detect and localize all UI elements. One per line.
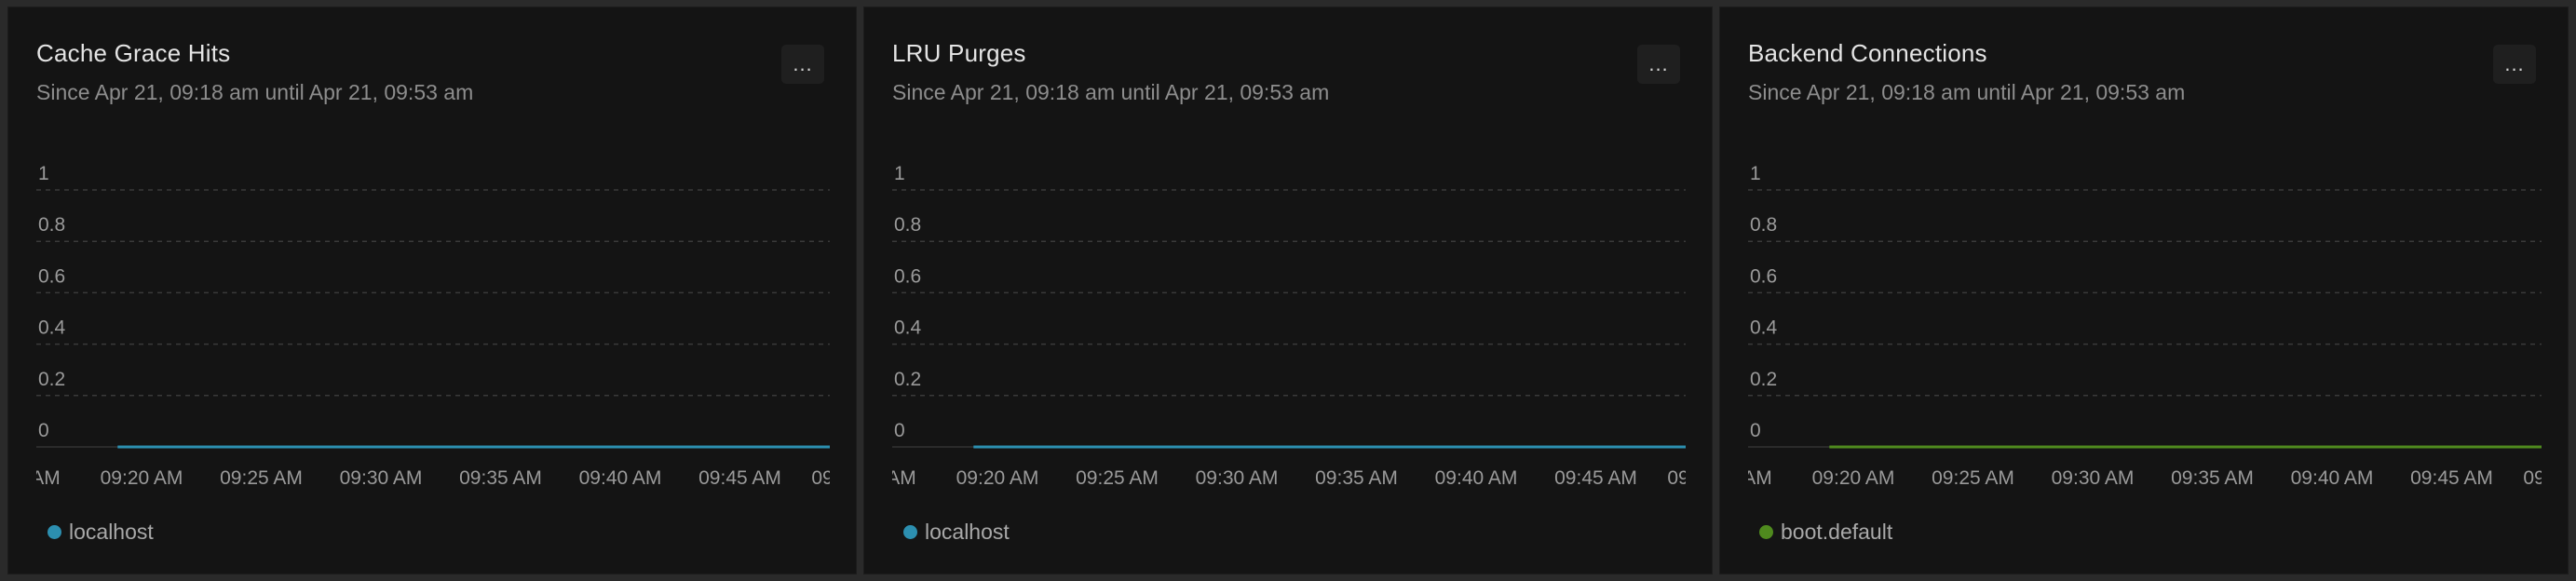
legend-color-dot [903, 525, 917, 539]
y-tick-label: 0 [1750, 420, 1761, 441]
y-tick-label: 0.2 [894, 369, 921, 390]
panel-subtitle: Since Apr 21, 09:18 am until Apr 21, 09:… [892, 80, 1330, 104]
line-chart: 1 0.8 0.6 0.4 0.2 0 AM 09:20 AM 09:25 AM 09:30 AM… [1742, 163, 2544, 489]
panel-menu-button[interactable]: ... [781, 45, 824, 84]
x-tick-label: 09 [811, 467, 833, 489]
x-tick-label: 09:40 AM [1435, 467, 1518, 489]
y-tick-label: 0.8 [1750, 214, 1777, 236]
x-tick-label: 09:40 AM [579, 467, 662, 489]
legend-item[interactable]: localhost [36, 520, 154, 545]
legend-color-dot [1759, 525, 1773, 539]
legend-label: localhost [69, 520, 154, 544]
y-tick-label: 0.4 [1750, 318, 1778, 339]
y-tick-label: 0.8 [38, 214, 65, 236]
legend-label: localhost [925, 520, 1010, 544]
legend-item[interactable]: localhost [892, 520, 1010, 545]
panel-subtitle: Since Apr 21, 09:18 am until Apr 21, 09:… [1748, 80, 2186, 104]
legend-label: boot.default [1781, 520, 1893, 544]
x-tick-label: 09 [2523, 467, 2544, 489]
x-tick-label: AM [1742, 467, 1772, 489]
y-tick-label: 1 [894, 163, 905, 184]
panel-subtitle: Since Apr 21, 09:18 am until Apr 21, 09:… [36, 80, 474, 104]
x-tick-label: 09:25 AM [220, 467, 303, 489]
y-tick-label: 0.6 [894, 265, 921, 287]
panel-lru-purges: LRU Purges Since Apr 21, 09:18 am until … [863, 7, 1713, 574]
panel-cache-grace-hits: Cache Grace Hits Since Apr 21, 09:18 am … [7, 7, 857, 574]
x-tick-label: 09:30 AM [340, 467, 423, 489]
x-tick-label: 09:40 AM [2291, 467, 2374, 489]
x-tick-label: 09:25 AM [1076, 467, 1159, 489]
x-axis: AM 09:20 AM 09:25 AM 09:30 AM 09:35 AM 09:40 … [31, 467, 833, 489]
x-tick-label: 09 [1667, 467, 1688, 489]
panel-title: LRU Purges [892, 39, 1026, 67]
legend-item[interactable]: boot.default [1748, 520, 1892, 545]
y-tick-label: 0 [38, 420, 49, 441]
x-tick-label: 09:30 AM [2052, 467, 2135, 489]
y-tick-label: 0.2 [38, 369, 65, 390]
x-tick-label: 09:20 AM [956, 467, 1039, 489]
y-tick-label: 0.4 [38, 318, 66, 339]
x-tick-label: AM [31, 467, 61, 489]
panel-backend-connections: Backend Connections Since Apr 21, 09:18 … [1719, 7, 2569, 574]
line-chart: 1 0.8 0.6 0.4 0.2 0 AM 09:20 AM 09:25 AM 09:30 AM… [31, 163, 833, 489]
y-tick-label: 1 [38, 163, 49, 184]
x-tick-label: 09:35 AM [1315, 467, 1398, 489]
y-tick-label: 1 [1750, 163, 1761, 184]
y-tick-label: 0.6 [38, 265, 65, 287]
x-tick-label: AM [887, 467, 916, 489]
y-tick-label: 0 [894, 420, 905, 441]
x-tick-label: 09:25 AM [1932, 467, 2014, 489]
x-tick-label: 09:20 AM [1812, 467, 1895, 489]
panel-title: Backend Connections [1748, 39, 1987, 67]
line-chart: 1 0.8 0.6 0.4 0.2 0 AM 09:20 AM 09:25 AM 09:30 AM… [887, 163, 1688, 489]
x-tick-label: 09:30 AM [1196, 467, 1279, 489]
panel-menu-button[interactable]: ... [2493, 45, 2536, 84]
y-tick-label: 0.2 [1750, 369, 1777, 390]
x-tick-label: 09:35 AM [459, 467, 542, 489]
y-tick-label: 0.6 [1750, 265, 1777, 287]
x-tick-label: 09:45 AM [698, 467, 781, 489]
x-tick-label: 09:20 AM [101, 467, 183, 489]
x-tick-label: 09:45 AM [1554, 467, 1637, 489]
dashboard-row: Cache Grace Hits Since Apr 21, 09:18 am … [0, 0, 2576, 574]
y-tick-label: 0.4 [894, 318, 922, 339]
legend-color-dot [47, 525, 61, 539]
x-axis: AM 09:20 AM 09:25 AM 09:30 AM 09:35 AM 09:40 … [1742, 467, 2544, 489]
panel-title: Cache Grace Hits [36, 39, 231, 67]
y-tick-label: 0.8 [894, 214, 921, 236]
x-axis: AM 09:20 AM 09:25 AM 09:30 AM 09:35 AM 09:40 … [887, 467, 1688, 489]
panel-menu-button[interactable]: ... [1637, 45, 1680, 84]
x-tick-label: 09:45 AM [2410, 467, 2493, 489]
x-tick-label: 09:35 AM [2171, 467, 2254, 489]
